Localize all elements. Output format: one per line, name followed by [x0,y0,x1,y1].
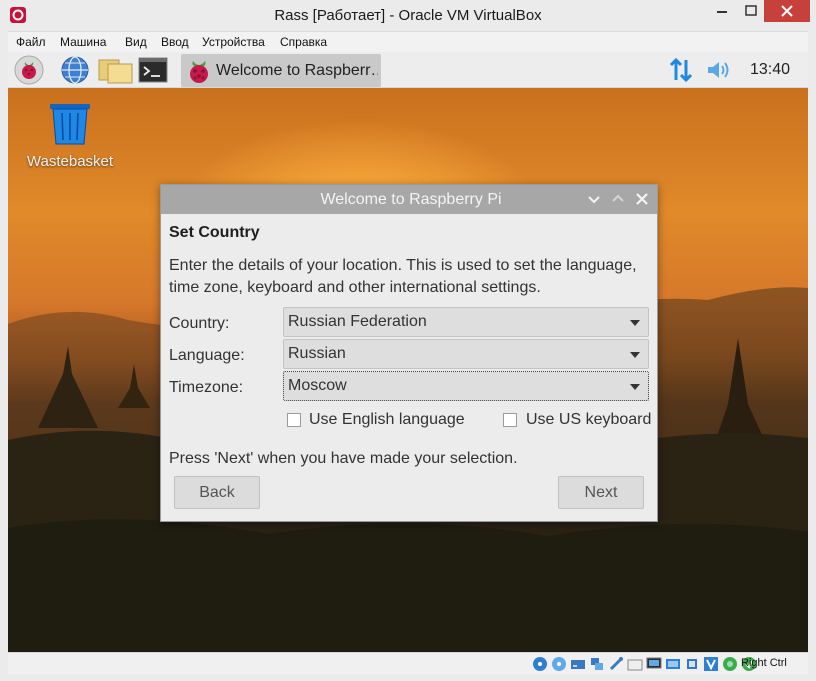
next-button[interactable]: Next [558,476,644,509]
menu-view[interactable]: Вид [125,35,147,49]
taskbar-welcome-window[interactable]: Welcome to Raspberr… [181,54,381,87]
host-titlebar: Rass [Работает] - Oracle VM VirtualBox [0,0,816,31]
shared-folder-icon[interactable] [627,656,643,672]
welcome-dialog: Welcome to Raspberry Pi Set Country Ente… [160,184,658,522]
english-language-checkbox[interactable] [287,413,301,427]
maximize-button[interactable] [738,0,764,22]
window-title: Rass [Работает] - Oracle VM VirtualBox [274,7,542,24]
raspberry-menu-icon[interactable] [14,55,44,85]
close-icon [781,5,793,17]
timezone-value: Moscow [288,377,347,394]
web-browser-icon[interactable] [60,55,90,85]
taskbar-clock[interactable]: 13:40 [750,61,790,79]
minimize-icon [717,11,727,13]
vm-screen[interactable]: Welcome to Raspberr… 13:40 Wastebasket W… [8,52,808,652]
dialog-minimize-icon[interactable] [586,191,602,207]
language-value: Russian [288,345,346,362]
desktop-item-wastebasket[interactable]: Wastebasket [20,102,120,170]
audio-disc-icon[interactable] [551,656,567,672]
menu-devices[interactable]: Устройства [202,35,265,49]
dialog-title: Welcome to Raspberry Pi [320,191,502,208]
file-manager-icon[interactable] [98,55,134,85]
optical-drive-icon[interactable] [532,656,548,672]
dialog-close-icon[interactable] [634,191,650,207]
desktop[interactable]: Wastebasket Welcome to Raspberry Pi Set … [8,88,808,652]
taskbar-window-label: Welcome to Raspberr… [216,62,378,79]
dialog-heading: Set Country [169,224,260,241]
virtualization-icon[interactable] [703,656,719,672]
status-icon-row [532,656,757,672]
network-adapter-icon[interactable] [589,656,605,672]
dialog-description: Enter the details of your location. This… [169,257,637,296]
raspberry-icon [190,61,208,83]
maximize-icon [745,5,757,16]
host-window-bottom-edge [0,674,816,681]
back-button[interactable]: Back [174,476,260,509]
wastebasket-icon [50,104,90,145]
dropdown-arrow-icon [630,320,640,326]
hard-disk-icon[interactable] [570,656,586,672]
timezone-select[interactable]: Moscow [283,371,649,401]
timezone-label: Timezone: [169,379,244,396]
dropdown-arrow-icon [630,384,640,390]
dialog-titlebar[interactable]: Welcome to Raspberry Pi [161,185,657,214]
country-label: Country: [169,315,230,332]
dropdown-arrow-icon [630,352,640,358]
host-statusbar: Right Ctrl [8,652,808,674]
desktop-item-label: Wastebasket [26,153,114,170]
network-icon[interactable] [668,57,694,83]
dialog-maximize-icon[interactable] [610,191,626,207]
host-menubar: Файл Машина Вид Ввод Устройства Справка [8,31,808,52]
menu-help[interactable]: Справка [280,35,327,49]
country-select[interactable]: Russian Federation [283,307,649,337]
close-button[interactable] [764,0,810,22]
dialog-footer-text: Press 'Next' when you have made your sel… [169,450,518,467]
volume-icon[interactable] [706,59,734,81]
menu-input[interactable]: Ввод [161,35,189,49]
usb-icon[interactable] [608,656,624,672]
pi-taskbar: Welcome to Raspberr… 13:40 [8,52,808,88]
english-language-label[interactable]: Use English language [309,411,465,429]
language-select[interactable]: Russian [283,339,649,369]
cpu-icon[interactable] [684,656,700,672]
country-value: Russian Federation [288,313,427,330]
menu-file[interactable]: Файл [16,35,46,49]
host-key-label: Right Ctrl [741,657,787,669]
minimize-button[interactable] [706,0,738,22]
us-keyboard-label[interactable]: Use US keyboard [526,411,651,429]
us-keyboard-checkbox[interactable] [503,413,517,427]
terminal-icon[interactable] [138,55,168,85]
guest-additions-icon[interactable] [722,656,738,672]
display-icon[interactable] [646,656,662,672]
menu-machine[interactable]: Машина [60,35,106,49]
video-capture-icon[interactable] [665,656,681,672]
language-label: Language: [169,347,245,364]
